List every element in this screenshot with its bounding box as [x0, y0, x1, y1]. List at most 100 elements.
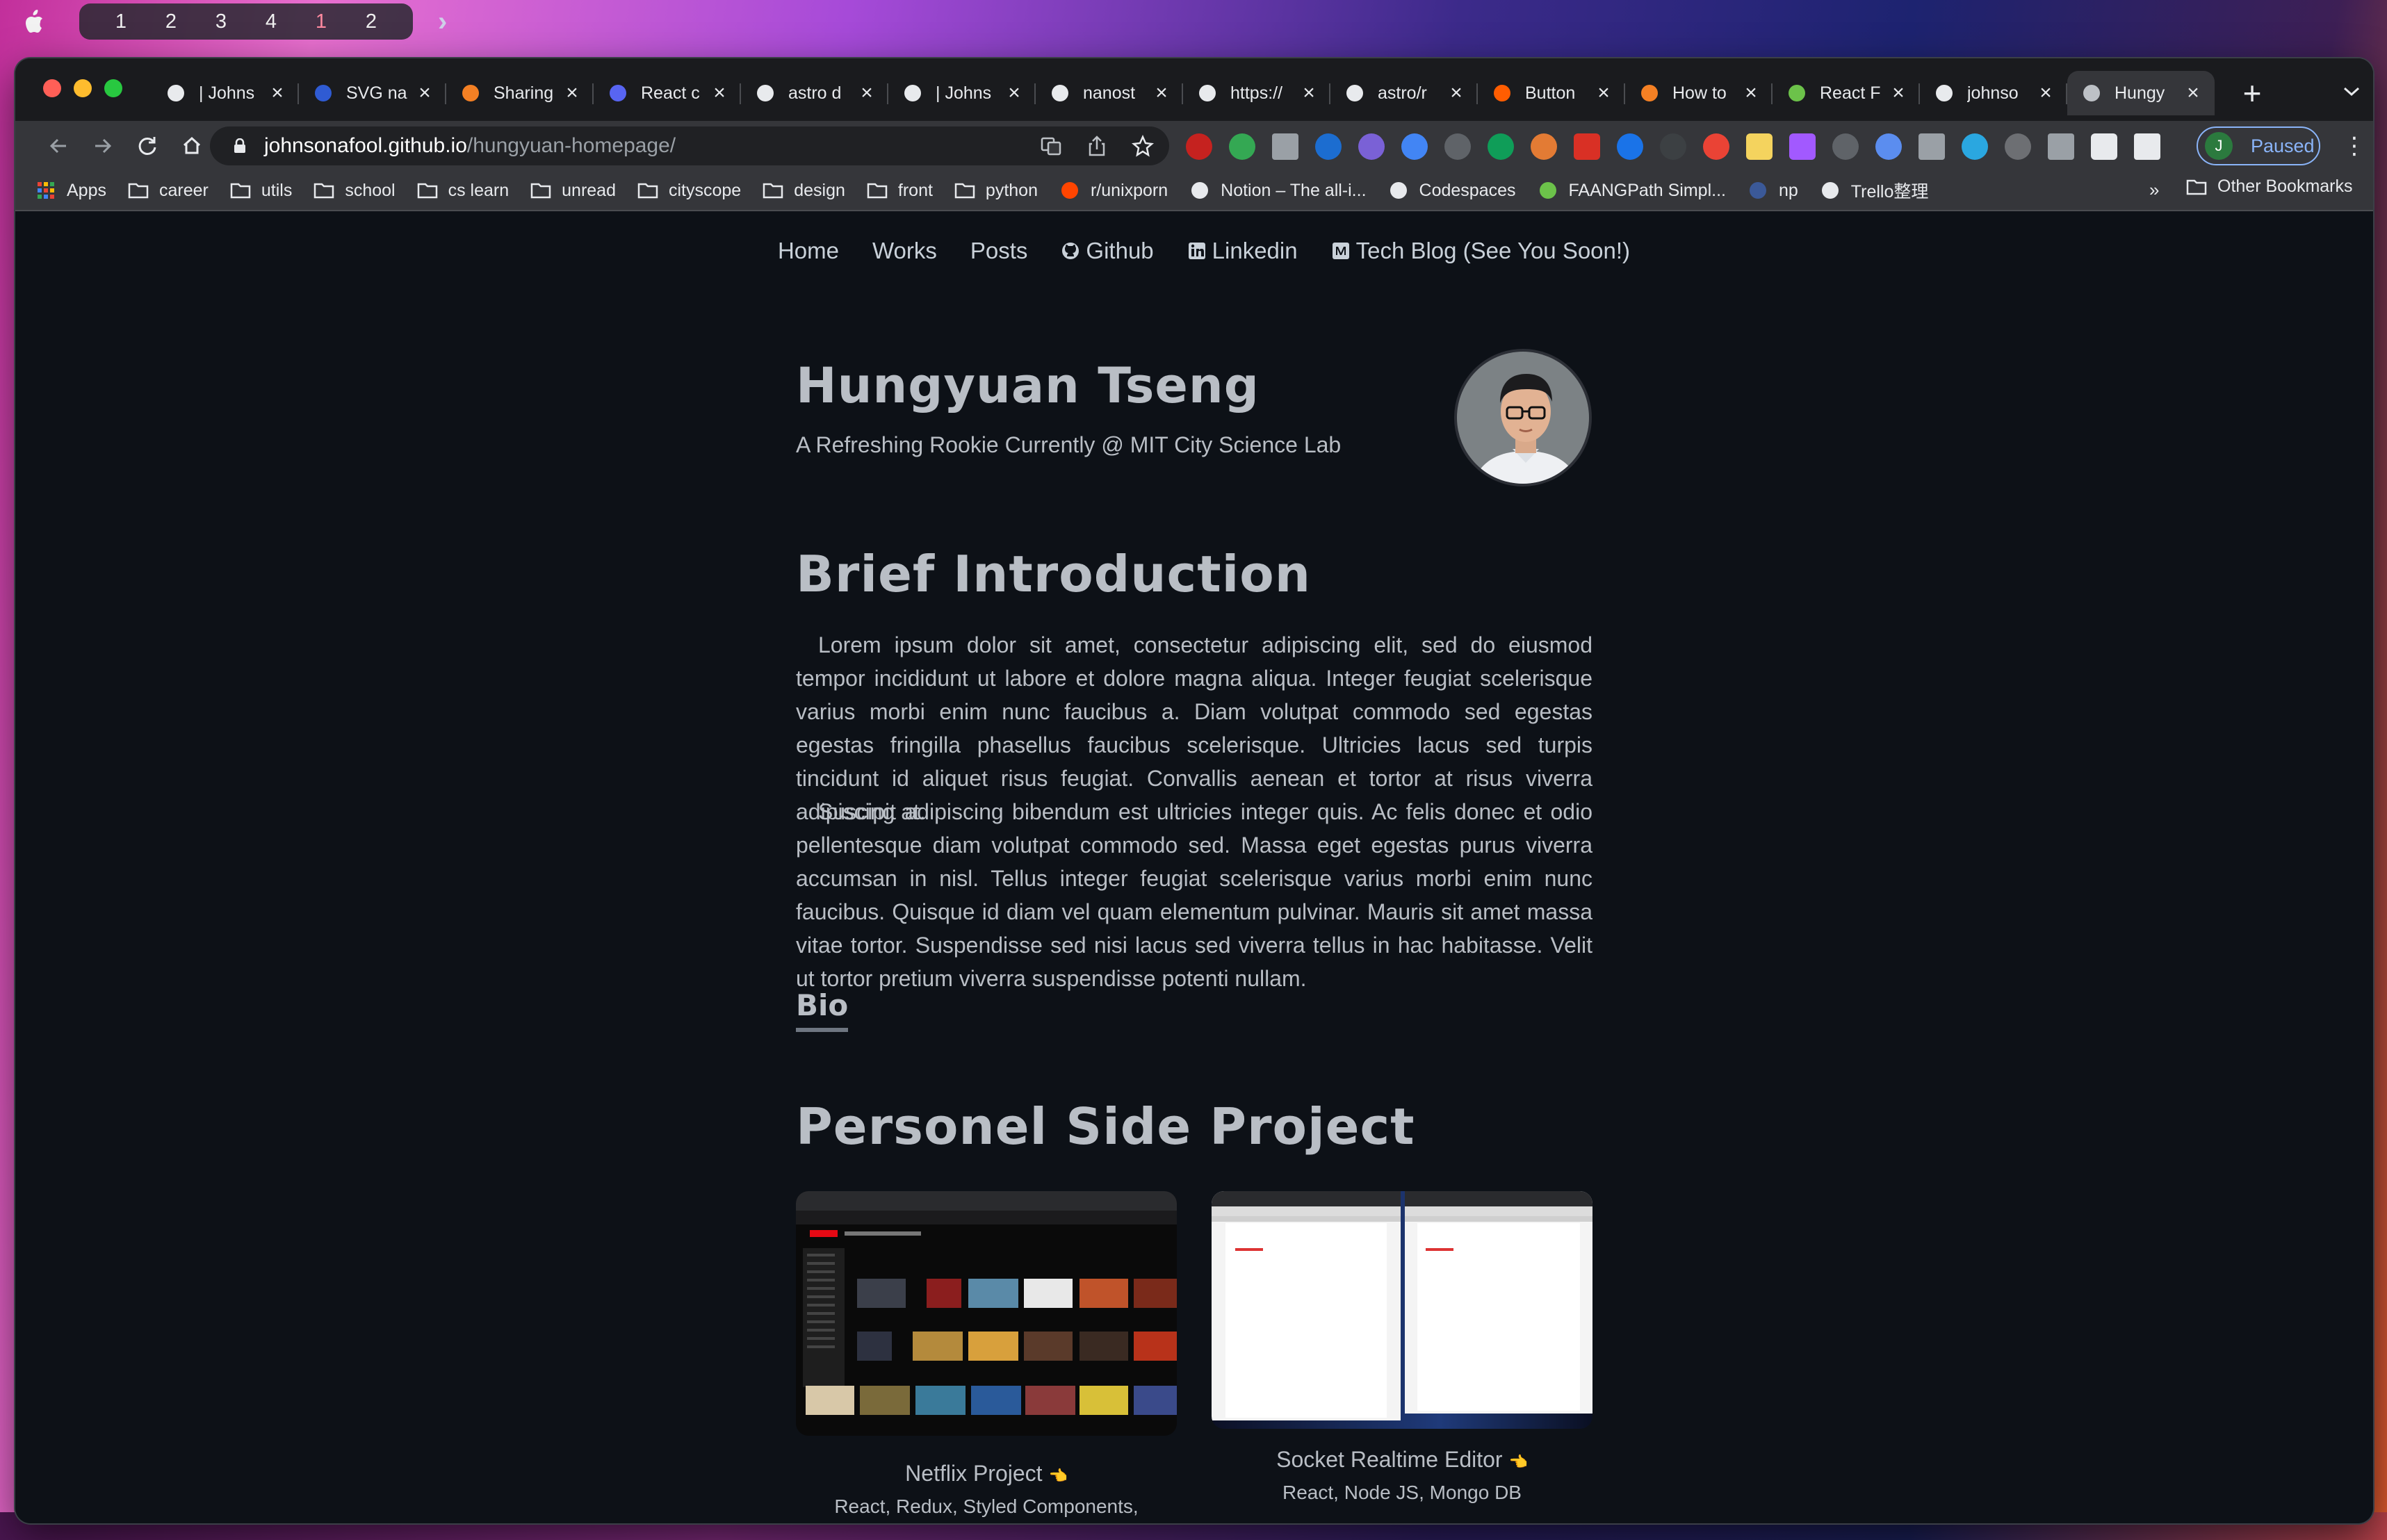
close-icon[interactable]: × — [1595, 81, 1613, 105]
bookmark-item[interactable]: Codespaces — [1387, 181, 1516, 201]
bookmark-item[interactable]: Trello整理 — [1819, 178, 1928, 203]
metamask-extension-icon[interactable] — [1531, 133, 1557, 160]
telegram-extension-icon[interactable] — [1962, 133, 1988, 160]
spy-extension-icon[interactable] — [2005, 133, 2031, 160]
bookmark-item[interactable]: Apps — [35, 181, 106, 201]
project-card-netflix[interactable]: Netflix Project 👈 React, Redux, Styled C… — [796, 1191, 1177, 1523]
close-icon[interactable]: × — [268, 81, 286, 105]
other-bookmarks[interactable]: Other Bookmarks — [2185, 177, 2353, 197]
bookmark-item[interactable]: utils — [229, 181, 292, 201]
nav-link-linkedin[interactable]: Linkedin — [1187, 238, 1298, 264]
nav-link-github[interactable]: Github — [1061, 238, 1154, 264]
address-bar[interactable]: johnsonafool.github.io/hungyuan-homepage… — [210, 126, 1169, 165]
profile-paused-button[interactable]: J Paused — [2197, 126, 2320, 165]
tab[interactable]: johnso × — [1920, 71, 2067, 115]
tab-search-chevron-icon[interactable] — [2343, 81, 2361, 103]
tab[interactable]: astro/r × — [1330, 71, 1478, 115]
tab[interactable]: SVG na × — [299, 71, 446, 115]
mail-extension-icon[interactable] — [1272, 133, 1298, 160]
translate-icon[interactable] — [1040, 135, 1062, 157]
lock-icon[interactable] — [234, 138, 246, 154]
close-icon[interactable]: × — [1447, 81, 1465, 105]
close-icon[interactable]: × — [1742, 81, 1760, 105]
close-icon[interactable]: × — [2184, 81, 2202, 105]
space-item[interactable]: 3 — [196, 10, 246, 33]
docs-extension-icon[interactable] — [1401, 133, 1428, 160]
minimize-window-button[interactable] — [74, 79, 92, 97]
wave-extension-icon[interactable] — [1660, 133, 1686, 160]
bookmark-item[interactable]: cs learn — [416, 181, 509, 201]
target-extension-icon[interactable] — [1444, 133, 1471, 160]
netflix-project-thumbnail[interactable] — [796, 1191, 1177, 1436]
close-icon[interactable]: × — [710, 81, 728, 105]
bookmark-item[interactable]: cityscope — [637, 181, 741, 201]
lastpass-extension-icon[interactable] — [1703, 133, 1729, 160]
space-item[interactable]: 2 — [346, 10, 396, 33]
project-title[interactable]: Socket Realtime Editor 👈 — [1212, 1447, 1592, 1473]
space-item[interactable]: 1 — [96, 10, 146, 33]
new-tab-button[interactable]: + — [2233, 74, 2272, 113]
puzzle-extensions-icon[interactable] — [2091, 133, 2117, 160]
sticky-extension-icon[interactable] — [1746, 133, 1773, 160]
close-icon[interactable]: × — [1005, 81, 1023, 105]
close-icon[interactable]: × — [1152, 81, 1171, 105]
space-item[interactable]: 2 — [146, 10, 196, 33]
reload-icon[interactable] — [132, 131, 163, 161]
tab[interactable]: nanost × — [1036, 71, 1183, 115]
nav-link-works[interactable]: Works — [872, 238, 937, 264]
zoom-window-button[interactable] — [104, 79, 122, 97]
space-item[interactable]: 4 — [246, 10, 296, 33]
window-extension-icon[interactable] — [1918, 133, 1945, 160]
profile-extension-icon[interactable] — [1617, 133, 1643, 160]
tab[interactable]: astro d × — [741, 71, 888, 115]
tab[interactable]: | Johns × — [152, 71, 299, 115]
bookmark-star-icon[interactable] — [1132, 134, 1154, 157]
chevron-right-icon[interactable]: › — [438, 6, 447, 38]
tab[interactable]: | Johns × — [888, 71, 1036, 115]
tab[interactable]: React F × — [1773, 71, 1920, 115]
nav-link-posts[interactable]: Posts — [970, 238, 1028, 264]
grammarly-extension-icon[interactable] — [1488, 133, 1514, 160]
space-item-active[interactable]: 1 — [296, 10, 346, 33]
tab[interactable]: React c × — [594, 71, 741, 115]
socket-editor-thumbnail[interactable] — [1212, 1191, 1592, 1429]
tab[interactable]: Sharing × — [446, 71, 594, 115]
tab[interactable]: https:// × — [1183, 71, 1330, 115]
bookmark-item[interactable]: np — [1747, 181, 1798, 201]
close-icon[interactable]: × — [2037, 81, 2055, 105]
close-icon[interactable]: × — [1889, 81, 1907, 105]
bookmark-item[interactable]: Notion – The all-i... — [1189, 181, 1367, 201]
close-icon[interactable]: × — [858, 81, 876, 105]
bookmark-item[interactable]: unread — [530, 181, 616, 201]
back-arrow-icon[interactable] — [43, 131, 74, 161]
more-menu-icon[interactable]: ⋮ — [2343, 133, 2366, 158]
bookmark-item[interactable]: r/unixporn — [1059, 181, 1168, 201]
share-icon[interactable] — [1086, 135, 1108, 157]
close-icon[interactable]: × — [1300, 81, 1318, 105]
forward-arrow-icon[interactable] — [88, 131, 118, 161]
bookmarks-overflow-button[interactable]: » — [2149, 179, 2159, 201]
b-plus-extension-icon[interactable] — [1229, 133, 1255, 160]
bio-link[interactable]: Bio — [796, 988, 849, 1032]
project-card-socket-editor[interactable]: Socket Realtime Editor 👈 React, Node JS,… — [1212, 1191, 1592, 1507]
apple-menu-icon[interactable] — [24, 9, 44, 34]
bookmark-item[interactable]: python — [954, 181, 1038, 201]
bookmark-item[interactable]: front — [866, 181, 933, 201]
close-icon[interactable]: × — [563, 81, 581, 105]
react-devtools-extension-icon[interactable] — [1315, 133, 1342, 160]
cat-extension-icon[interactable] — [1358, 133, 1385, 160]
project-title[interactable]: Netflix Project 👈 — [796, 1461, 1177, 1486]
figma-extension-icon[interactable] — [1789, 133, 1816, 160]
vue-extension-icon[interactable] — [1875, 133, 1902, 160]
tab-active[interactable]: Hungy × — [2067, 71, 2215, 115]
close-icon[interactable]: × — [416, 81, 434, 105]
side-panel-icon[interactable] — [2134, 133, 2160, 160]
adblock-extension-icon[interactable] — [1186, 133, 1212, 160]
url-text[interactable]: johnsonafool.github.io/hungyuan-homepage… — [264, 134, 676, 158]
bookmark-item[interactable]: design — [762, 181, 845, 201]
nav-link-tech[interactable]: Tech Blog (See You Soon!) — [1331, 238, 1630, 264]
bookmark-item[interactable]: career — [127, 181, 209, 201]
tab[interactable]: Button × — [1478, 71, 1625, 115]
notion-extension-icon[interactable] — [2048, 133, 2074, 160]
chat-extension-icon[interactable] — [1832, 133, 1859, 160]
